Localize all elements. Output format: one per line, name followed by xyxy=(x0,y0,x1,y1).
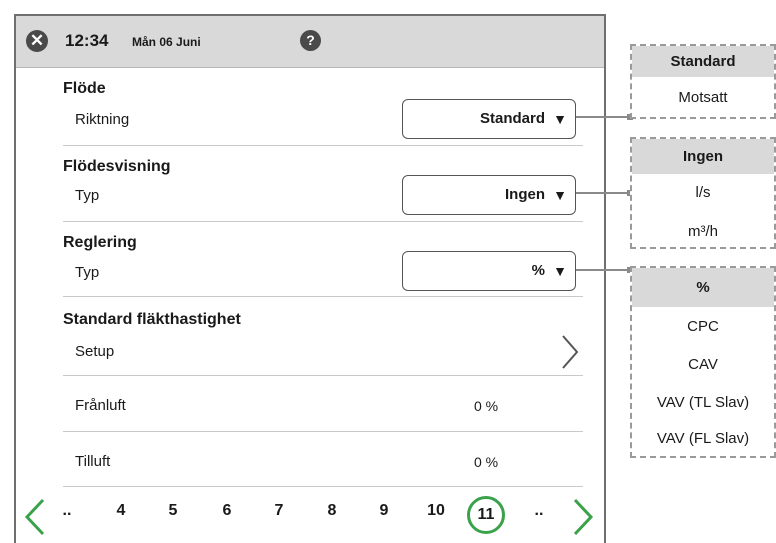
clock-date: Mån 06 Juni xyxy=(132,35,201,49)
pager-item-active[interactable]: 11 xyxy=(467,496,505,534)
label-typ-reglering: Typ xyxy=(75,264,100,281)
dropdown-arrow-icon: ▼ xyxy=(553,111,567,127)
option-selected[interactable]: Standard xyxy=(632,46,774,77)
divider xyxy=(63,145,583,146)
clock-time: 12:34 xyxy=(65,31,109,50)
label-setup[interactable]: Setup xyxy=(75,343,114,360)
connector-line xyxy=(576,192,630,194)
pager-item[interactable]: 6 xyxy=(215,502,239,520)
value-tilluft: 0 % xyxy=(474,454,499,470)
dropdown-arrow-icon: ▼ xyxy=(553,187,567,203)
option-item[interactable]: l/s xyxy=(632,184,774,201)
pager: .. 4 5 6 7 8 9 10 11 .. xyxy=(16,490,604,543)
label-tilluft: Tilluft xyxy=(75,453,111,470)
dropdown-options-reglering: % CPC CAV VAV (TL Slav) VAV (FL Slav) xyxy=(630,266,776,458)
option-item[interactable]: CPC xyxy=(632,318,774,335)
dropdown-flodesvisning[interactable]: Ingen ▼ xyxy=(402,175,576,215)
pager-item[interactable]: .. xyxy=(527,502,551,520)
chevron-right-icon[interactable] xyxy=(560,334,580,370)
dropdown-value: % xyxy=(531,262,545,279)
pager-item[interactable]: 4 xyxy=(109,502,133,520)
connector-line xyxy=(576,269,630,271)
section-title-flode: Flöde xyxy=(63,80,106,97)
section-title-standard-flakthastighet: Standard fläkthastighet xyxy=(63,311,241,328)
close-icon[interactable]: ✕ xyxy=(26,30,48,52)
option-item[interactable]: m³/h xyxy=(632,223,774,240)
help-icon[interactable]: ? xyxy=(300,30,321,51)
option-selected[interactable]: % xyxy=(632,268,774,307)
divider xyxy=(63,221,583,222)
option-item[interactable]: CAV xyxy=(632,356,774,373)
option-item[interactable]: VAV (TL Slav) xyxy=(632,394,774,411)
label-typ-flodesvisning: Typ xyxy=(75,187,100,204)
pager-item[interactable]: 8 xyxy=(320,502,344,520)
option-selected[interactable]: Ingen xyxy=(632,139,774,174)
divider xyxy=(63,375,583,376)
dropdown-arrow-icon: ▼ xyxy=(553,263,567,279)
dropdown-riktning[interactable]: Standard ▼ xyxy=(402,99,576,139)
label-franluft: Frånluft xyxy=(75,397,126,414)
option-item[interactable]: Motsatt xyxy=(632,89,774,106)
chevron-right-icon[interactable] xyxy=(572,498,594,536)
dropdown-reglering[interactable]: % ▼ xyxy=(402,251,576,291)
status-bar: ✕ 12:34 Mån 06 Juni ? xyxy=(16,16,604,68)
section-title-flodesvisning: Flödesvisning xyxy=(63,158,171,175)
option-item[interactable]: VAV (FL Slav) xyxy=(632,430,774,447)
pager-item[interactable]: 5 xyxy=(161,502,185,520)
dropdown-value: Standard xyxy=(479,110,545,127)
divider xyxy=(63,486,583,487)
device-screen: ✕ 12:34 Mån 06 Juni ? Flöde Riktning Sta… xyxy=(14,14,606,543)
section-title-reglering: Reglering xyxy=(63,234,137,251)
dropdown-value: Ingen xyxy=(505,186,545,203)
divider xyxy=(63,431,583,432)
divider xyxy=(63,296,583,297)
pager-item[interactable]: .. xyxy=(55,502,79,520)
dropdown-options-riktning: Standard Motsatt xyxy=(630,44,776,119)
pager-item[interactable]: 7 xyxy=(267,502,291,520)
label-riktning: Riktning xyxy=(75,111,130,128)
connector-line xyxy=(576,116,630,118)
pager-item[interactable]: 9 xyxy=(372,502,396,520)
value-franluft: 0 % xyxy=(474,398,499,414)
dropdown-options-flodesvisning: Ingen l/s m³/h xyxy=(630,137,776,249)
pager-item[interactable]: 10 xyxy=(424,502,448,520)
chevron-left-icon[interactable] xyxy=(24,498,46,536)
